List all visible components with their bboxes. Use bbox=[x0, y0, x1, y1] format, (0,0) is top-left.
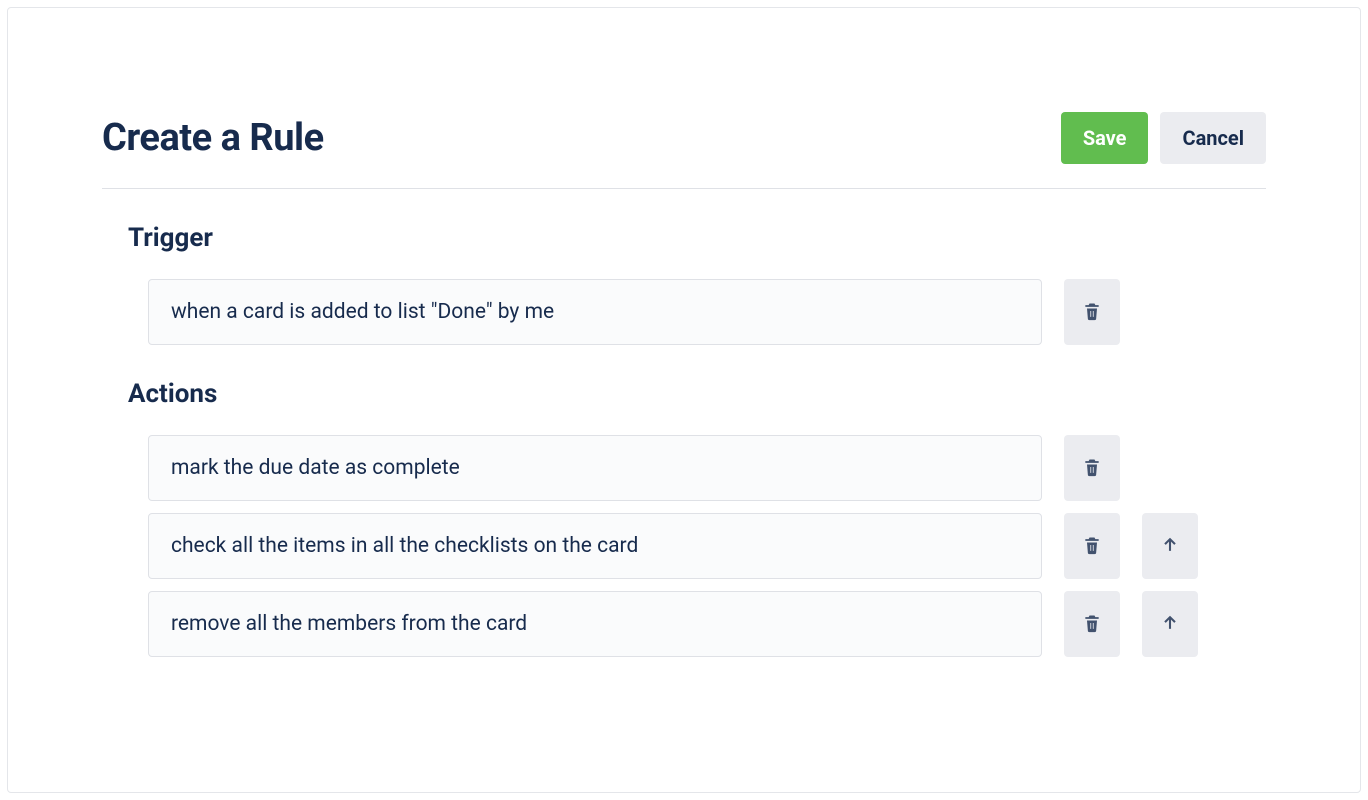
action-row: mark the due date as complete bbox=[148, 435, 1266, 501]
trigger-section: Trigger when a card is added to list "Do… bbox=[102, 223, 1266, 345]
action-statement: check all the items in all the checklist… bbox=[148, 513, 1042, 579]
move-up-button[interactable] bbox=[1142, 513, 1198, 579]
trash-icon bbox=[1082, 613, 1102, 636]
trigger-row: when a card is added to list "Done" by m… bbox=[148, 279, 1266, 345]
delete-action-button[interactable] bbox=[1064, 435, 1120, 501]
cancel-button[interactable]: Cancel bbox=[1160, 112, 1266, 164]
trigger-statement: when a card is added to list "Done" by m… bbox=[148, 279, 1042, 345]
trash-icon bbox=[1082, 535, 1102, 558]
action-row: check all the items in all the checklist… bbox=[148, 513, 1266, 579]
actions-heading: Actions bbox=[128, 379, 1266, 409]
main-container: Create a Rule Save Cancel Trigger when a… bbox=[8, 8, 1360, 657]
delete-action-button[interactable] bbox=[1064, 513, 1120, 579]
action-statement: remove all the members from the card bbox=[148, 591, 1042, 657]
arrow-up-icon bbox=[1160, 613, 1180, 636]
actions-section: Actions mark the due date as complete che… bbox=[102, 379, 1266, 657]
arrow-up-icon bbox=[1160, 535, 1180, 558]
trash-icon bbox=[1082, 457, 1102, 480]
action-statement: mark the due date as complete bbox=[148, 435, 1042, 501]
action-row: remove all the members from the card bbox=[148, 591, 1266, 657]
delete-action-button[interactable] bbox=[1064, 591, 1120, 657]
trigger-heading: Trigger bbox=[128, 223, 1266, 253]
header: Create a Rule Save Cancel bbox=[102, 112, 1266, 189]
page-title: Create a Rule bbox=[102, 116, 324, 160]
move-up-button[interactable] bbox=[1142, 591, 1198, 657]
header-buttons: Save Cancel bbox=[1061, 112, 1266, 164]
delete-trigger-button[interactable] bbox=[1064, 279, 1120, 345]
app-frame: Create a Rule Save Cancel Trigger when a… bbox=[7, 7, 1361, 793]
save-button[interactable]: Save bbox=[1061, 112, 1149, 164]
trash-icon bbox=[1082, 301, 1102, 324]
